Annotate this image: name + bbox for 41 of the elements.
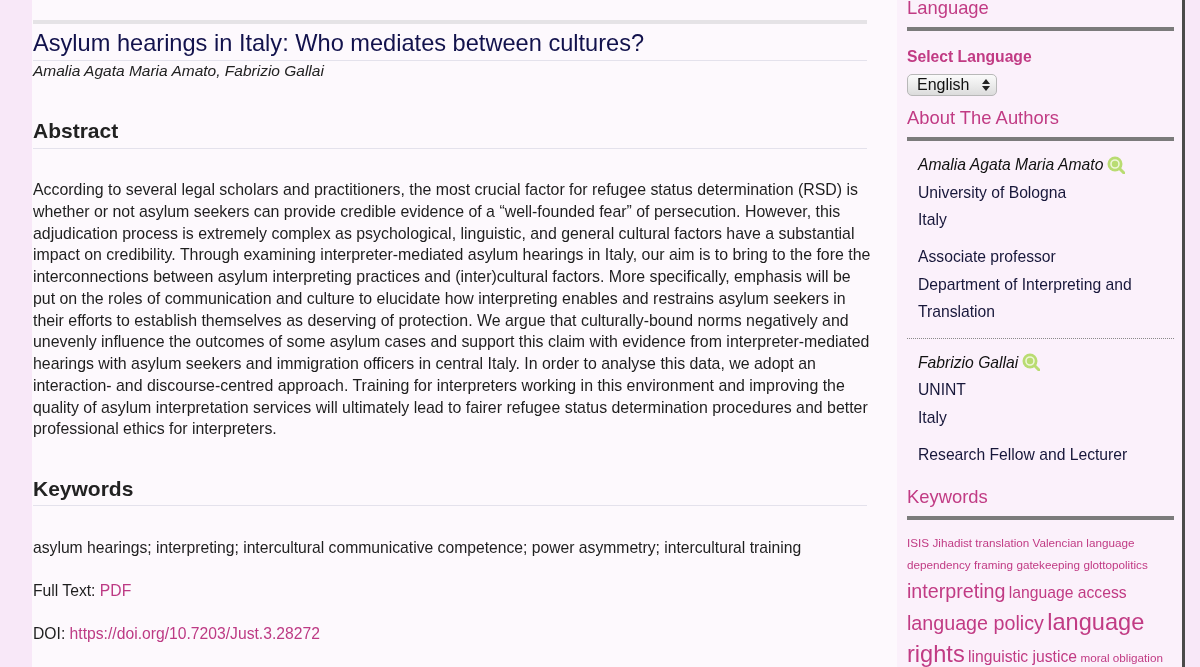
updown-arrows-icon xyxy=(982,79,990,91)
keyword-link[interactable]: Valencian language xyxy=(1032,535,1135,549)
author-name: Fabrizio Gallai xyxy=(918,352,1019,373)
keyword-link[interactable]: moral obligation xyxy=(1080,650,1163,664)
keyword-link[interactable]: framing xyxy=(974,557,1014,571)
sidebar-heading: Keywords xyxy=(907,486,989,507)
sidebar-heading: Language xyxy=(907,0,990,18)
keyword-link[interactable]: rights xyxy=(907,640,965,667)
magnifier-icon[interactable] xyxy=(1022,353,1041,372)
keyword-link[interactable]: interpreting xyxy=(907,579,1006,602)
magnifier-icon[interactable] xyxy=(1107,155,1126,174)
keyword-link[interactable]: ISIS xyxy=(907,535,930,549)
doi-link[interactable]: https://doi.org/10.7203/Just.3.28272 xyxy=(69,625,320,642)
author-bio: Department of Interpreting and Translation xyxy=(918,274,1133,322)
section-heading: Keywords xyxy=(33,476,135,502)
author-bio: Research Fellow and Lecturer xyxy=(918,444,1129,465)
language-select[interactable]: English xyxy=(907,74,997,96)
keyword-link[interactable]: glottopolitics xyxy=(1083,557,1148,571)
keyword-link[interactable]: language policy xyxy=(907,611,1044,634)
abstract-text: According to several legal scholars and practitioners, the most crucial factor for refugee status determination (RSD) is whether or not asylum seekers can provide credible evidence of a “well-founded fear” of persecution. However, this adjudication process is extremely complex as psychological, linguistic, and general cultural factors have a substantial impact on credibility. Through examining interpreter-mediated asylum hearings in Italy, our aim is to bring to the fore the interconnections between asylum interpreting practices and (inter)cultural factors. More specifically, emphasis will be put on the roles of communication and culture to elucidate how interpreting enables and restrains asylum seekers in their efforts to establish themselves as deserving of protection. We argue that culturally-bound norms negatively and unevenly influence the outcomes of some asylum cases and support this claim with evidence from interpreter-mediated hearings with asylum seekers and immigration officers in central Italy. In order to analyse this data, we adopt an interaction- and discourse-centred approach. Training for interpreters working in this environment and improving the quality of asylum interpretation services will ultimately lead to fairer refugee status determination procedures and better professional ethics for interpreters. xyxy=(33,180,872,440)
sidebar-heading: About The Authors xyxy=(907,108,1060,128)
author-bio: Associate professor xyxy=(918,247,1057,267)
keywords-text: asylum hearings; interpreting; intercultural communicative competence; power asymmetry; intercultural training xyxy=(33,538,803,558)
keyword-link[interactable]: linguistic justice xyxy=(968,647,1078,665)
author-country: Italy xyxy=(918,407,948,428)
author-affiliation: UNINT xyxy=(918,380,967,400)
keyword-link[interactable]: gatekeeping xyxy=(1016,557,1081,571)
pdf-link[interactable]: PDF xyxy=(99,582,132,599)
article-title: Asylum hearings in Italy: Who mediates between cultures? xyxy=(33,29,646,57)
author-names: Amalia Agata Maria Amato, Fabrizio Gallai xyxy=(33,62,326,80)
keyword-link[interactable]: dependency xyxy=(907,557,971,571)
keyword-link[interactable]: language access xyxy=(1008,583,1127,601)
doi-label: DOI: xyxy=(33,625,66,642)
author-affiliation: University of Bologna xyxy=(918,182,1068,203)
author-name: Amalia Agata Maria Amato xyxy=(918,155,1104,175)
author-country: Italy xyxy=(918,210,948,230)
full-text-label: Full Text: xyxy=(33,582,96,599)
keyword-link[interactable]: Jihadist translation xyxy=(932,535,1030,549)
select-label: Select Language xyxy=(907,48,1033,66)
section-heading: Abstract xyxy=(33,118,120,144)
keyword-link[interactable]: language xyxy=(1047,608,1145,635)
